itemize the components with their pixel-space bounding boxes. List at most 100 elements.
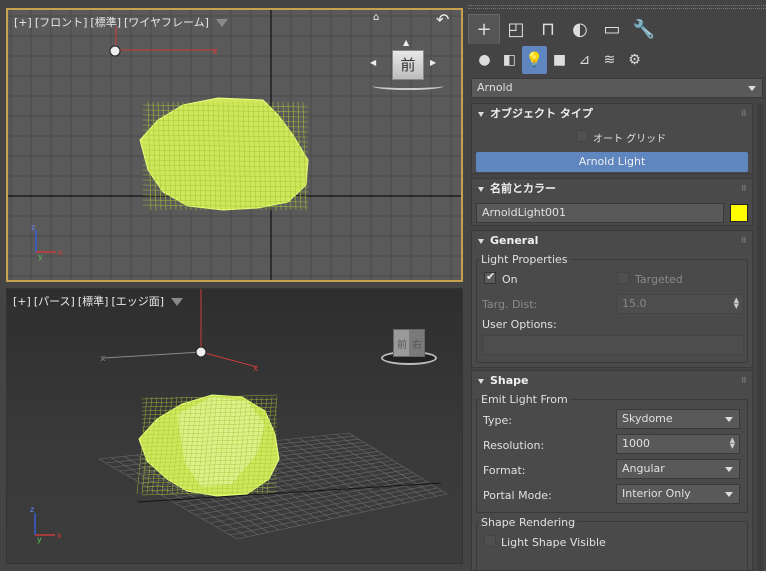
subtab-cameras[interactable]: ■ <box>547 46 572 74</box>
filter-icon[interactable] <box>171 298 184 306</box>
command-tabs: + ◰ ⊓ ◐ ▭ 🔧 <box>468 14 766 44</box>
portal-mode-label: Portal Mode: <box>483 489 552 502</box>
display-icon: ▭ <box>603 18 621 40</box>
svg-text:x: x <box>58 248 63 257</box>
viewcube-ring[interactable] <box>372 82 444 90</box>
emit-light-label: Emit Light From <box>479 393 570 406</box>
on-checkbox[interactable] <box>484 270 496 284</box>
front-viewport[interactable]: x z y x [+] [フロント] [標準] [ワイヤフレーム] 前 ◀ ▶ ▲ ⌂… <box>6 8 463 282</box>
spinner-icon[interactable]: ▲ ▼ <box>734 297 739 310</box>
axis-tripod-front: z y x <box>31 223 63 261</box>
svg-text:z: z <box>31 223 35 232</box>
viewcube-persp[interactable]: 前 右 <box>373 325 443 381</box>
resolution-field[interactable]: 1000 ▲ ▼ <box>616 434 740 454</box>
portal-mode-dropdown[interactable]: Interior Only <box>616 484 740 504</box>
drag-handle-icon[interactable]: ⠿ <box>741 231 747 250</box>
svg-text:z: z <box>30 505 34 514</box>
svg-text:y: y <box>38 252 43 261</box>
rollout-header-general[interactable]: General ⠿ <box>472 231 752 250</box>
viewcube-front[interactable]: 前 ◀ ▶ ▲ <box>370 38 448 100</box>
tab-display[interactable]: ▭ <box>596 14 628 44</box>
panel-grip[interactable] <box>468 5 766 9</box>
subtab-space-warps[interactable]: ≋ <box>597 46 622 74</box>
format-dropdown[interactable]: Angular <box>616 459 740 479</box>
wrench-icon: 🔧 <box>632 18 656 40</box>
front-viewport-label[interactable]: [+] [フロント] [標準] [ワイヤフレーム] <box>14 14 228 30</box>
light-properties-label: Light Properties <box>479 253 570 266</box>
targeted-checkbox[interactable] <box>617 272 629 284</box>
svg-text:x: x <box>212 47 218 57</box>
home-icon[interactable]: ⌂ <box>373 12 379 23</box>
subtab-lights[interactable]: 💡 <box>522 46 547 74</box>
light-gizmo-front[interactable]: x <box>109 26 218 57</box>
tab-utilities[interactable]: 🔧 <box>628 14 660 44</box>
rollout-header-shape[interactable]: Shape ⠿ <box>472 371 752 390</box>
modify-icon: ◰ <box>507 18 525 40</box>
arnold-light-button[interactable]: Arnold Light <box>476 152 748 172</box>
light-shape-visible-label: Light Shape Visible <box>501 536 606 549</box>
lightbulb-icon: 💡 <box>525 52 544 68</box>
filter-icon[interactable] <box>215 19 228 27</box>
viewcube-left-arrow-icon[interactable]: ◀ <box>370 58 376 67</box>
hierarchy-icon: ⊓ <box>540 18 556 40</box>
object-color-swatch[interactable] <box>730 204 748 222</box>
type-label: Type: <box>483 414 512 427</box>
wireframe-mesh[interactable] <box>139 97 309 211</box>
axis-tripod-persp: z y x <box>30 505 62 544</box>
viewcube-box[interactable]: 前 右 <box>393 329 425 357</box>
chevron-down-icon <box>725 417 733 422</box>
plus-icon: + <box>476 19 492 40</box>
viewcube-right-arrow-icon[interactable]: ▶ <box>430 58 436 67</box>
tab-modify[interactable]: ◰ <box>500 14 532 44</box>
subtab-geometry[interactable]: ● <box>472 46 497 74</box>
perspective-viewport[interactable]: x x z y x [+] [パース] [標準] [エッジ面] 前 右 <box>6 288 463 564</box>
subtab-helpers[interactable]: ⊿ <box>572 46 597 74</box>
wireframe-mesh-persp[interactable] <box>136 394 280 497</box>
category-value: Arnold <box>477 81 513 94</box>
systems-icon: ⚙ <box>628 52 641 68</box>
autogrid-checkbox[interactable] <box>576 130 588 142</box>
user-options-field[interactable] <box>482 335 744 355</box>
spinner-icon[interactable]: ▲ ▼ <box>730 437 735 450</box>
rollout-header-object-type[interactable]: オブジェクト タイプ ⠿ <box>472 104 752 123</box>
drag-handle-icon[interactable]: ⠿ <box>741 104 747 123</box>
viewcube-up-arrow-icon[interactable]: ▲ <box>403 38 409 47</box>
drag-handle-icon[interactable]: ⠿ <box>741 371 747 390</box>
drag-handle-icon[interactable]: ⠿ <box>741 179 747 198</box>
create-subtabs: ● ◧ 💡 ■ ⊿ ≋ ⚙ <box>468 46 766 74</box>
object-name-field[interactable]: ArnoldLight001 <box>476 203 724 223</box>
type-dropdown[interactable]: Skydome <box>616 409 740 429</box>
format-label: Format: <box>483 464 526 477</box>
rollout-header-name-color[interactable]: 名前とカラー ⠿ <box>472 179 752 198</box>
rotate-view-icon[interactable]: ↶ <box>436 10 449 29</box>
targ-dist-label: Targ. Dist: <box>482 298 538 311</box>
svg-text:x: x <box>57 531 62 540</box>
motion-icon: ◐ <box>572 18 588 40</box>
rollout-name-color: 名前とカラー ⠿ ArnoldLight001 <box>471 178 753 226</box>
app-root: x z y x [+] [フロント] [標準] [ワイヤフレーム] 前 ◀ ▶ ▲ ⌂… <box>0 0 766 571</box>
rollout-shape: Shape ⠿ Emit Light From Type: Skydome Res… <box>471 370 753 571</box>
chevron-down-icon <box>725 492 733 497</box>
targ-dist-field[interactable]: 15.0 ▲ ▼ <box>616 294 744 314</box>
tab-hierarchy[interactable]: ⊓ <box>532 14 564 44</box>
svg-text:y: y <box>37 535 42 544</box>
camera-icon: ■ <box>552 52 567 68</box>
perspective-viewport-label[interactable]: [+] [パース] [標準] [エッジ面] <box>13 293 184 309</box>
chevron-down-icon <box>725 467 733 472</box>
autogrid-label: オート グリッド <box>593 134 667 145</box>
command-panel: + ◰ ⊓ ◐ ▭ 🔧 ● ◧ 💡 ■ ⊿ ≋ ⚙ Arnold オブジェクト … <box>468 0 766 571</box>
helpers-icon: ⊿ <box>578 52 591 68</box>
tab-motion[interactable]: ◐ <box>564 14 596 44</box>
targeted-label: Targeted <box>635 273 683 286</box>
resolution-label: Resolution: <box>483 439 545 452</box>
subtab-shapes[interactable]: ◧ <box>497 46 522 74</box>
viewcube-face[interactable]: 前 <box>392 50 424 80</box>
tab-create[interactable]: + <box>468 14 500 44</box>
panel-scrollbar[interactable] <box>757 104 763 570</box>
shapes-icon: ◧ <box>502 52 517 68</box>
subtab-systems[interactable]: ⚙ <box>622 46 647 74</box>
category-dropdown[interactable]: Arnold <box>471 78 763 98</box>
collapse-triangle-icon <box>478 111 484 117</box>
collapse-triangle-icon <box>478 186 484 192</box>
light-shape-visible-checkbox[interactable] <box>484 535 496 547</box>
